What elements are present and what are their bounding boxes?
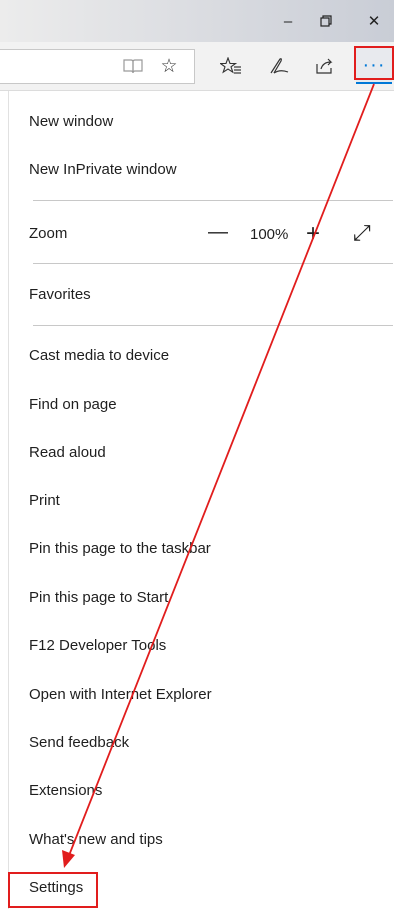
pen-icon xyxy=(270,58,289,74)
menu-item-find-on-page[interactable]: Find on page xyxy=(29,395,117,415)
book-icon xyxy=(123,59,143,74)
more-icon: ··· xyxy=(362,53,386,76)
add-favorite-button[interactable]: ☆ xyxy=(152,42,186,90)
minimize-button[interactable]: – xyxy=(268,0,308,42)
browser-toolbar: ☆ ··· xyxy=(0,42,394,91)
zoom-out-button[interactable]: — xyxy=(208,221,228,243)
menu-item-open-with-ie[interactable]: Open with Internet Explorer xyxy=(29,685,212,705)
share-button[interactable] xyxy=(308,42,342,90)
zoom-label: Zoom xyxy=(29,225,68,242)
menu-item-send-feedback[interactable]: Send feedback xyxy=(29,733,129,753)
title-bar: – ✕ xyxy=(0,0,394,42)
star-icon: ☆ xyxy=(160,55,178,77)
favorites-list-icon xyxy=(220,57,241,74)
menu-divider xyxy=(33,325,393,326)
more-actions-menu: New window New InPrivate window Zoom Fav… xyxy=(8,91,394,909)
more-button-active-indicator xyxy=(356,82,392,84)
menu-item-read-aloud[interactable]: Read aloud xyxy=(29,443,106,463)
menu-item-pin-taskbar[interactable]: Pin this page to the taskbar xyxy=(29,539,211,559)
menu-item-favorites[interactable]: Favorites xyxy=(29,285,91,305)
menu-item-whats-new[interactable]: What's new and tips xyxy=(29,830,163,850)
menu-item-pin-start[interactable]: Pin this page to Start xyxy=(29,588,168,608)
minimize-icon: – xyxy=(283,12,293,30)
zoom-in-button[interactable]: + xyxy=(306,220,320,247)
zoom-level: 100% xyxy=(250,226,289,243)
reading-view-button[interactable] xyxy=(116,42,150,90)
menu-item-developer-tools[interactable]: F12 Developer Tools xyxy=(29,636,166,656)
more-actions-button[interactable]: ··· xyxy=(356,48,392,82)
fullscreen-icon: ⤢ xyxy=(353,220,371,245)
menu-item-new-window[interactable]: New window xyxy=(29,112,113,132)
restore-icon xyxy=(320,15,332,27)
minus-icon: — xyxy=(208,221,228,243)
menu-item-extensions[interactable]: Extensions xyxy=(29,781,102,801)
menu-divider xyxy=(33,263,393,264)
restore-button[interactable] xyxy=(306,0,346,42)
menu-item-print[interactable]: Print xyxy=(29,491,60,511)
close-button[interactable]: ✕ xyxy=(354,0,394,42)
web-notes-button[interactable] xyxy=(262,42,296,90)
plus-icon: + xyxy=(306,220,321,247)
menu-item-cast-media[interactable]: Cast media to device xyxy=(29,346,169,366)
favorites-hub-button[interactable] xyxy=(214,42,248,90)
menu-divider xyxy=(33,200,393,201)
close-icon: ✕ xyxy=(367,13,381,30)
menu-item-settings[interactable]: Settings xyxy=(29,878,83,898)
menu-item-new-inprivate-window[interactable]: New InPrivate window xyxy=(29,160,177,180)
share-icon xyxy=(316,58,333,74)
fullscreen-button[interactable]: ⤢ xyxy=(353,220,371,245)
